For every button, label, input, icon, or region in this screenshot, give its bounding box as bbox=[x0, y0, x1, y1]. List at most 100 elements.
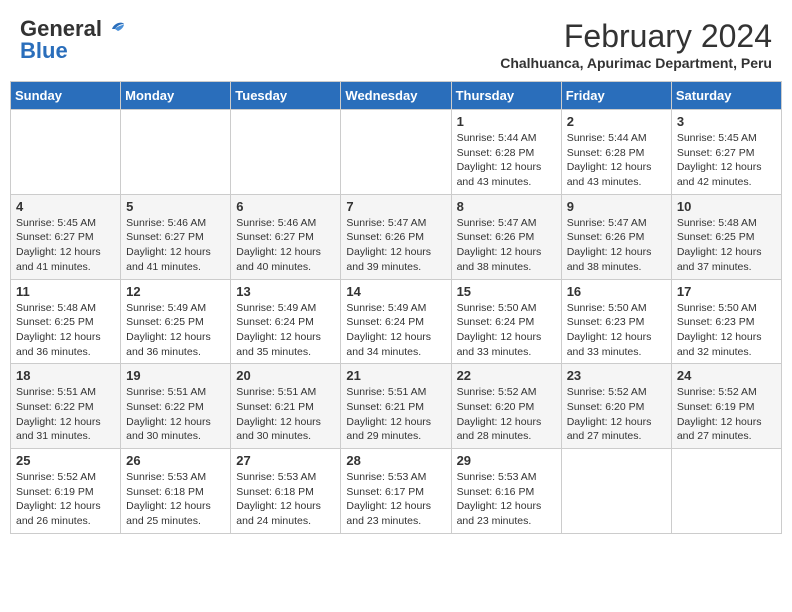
day-number: 2 bbox=[567, 114, 666, 129]
day-number: 8 bbox=[457, 199, 556, 214]
day-info: Sunrise: 5:48 AM Sunset: 6:25 PM Dayligh… bbox=[677, 216, 776, 275]
month-year-title: February 2024 bbox=[500, 18, 772, 55]
logo: General Blue bbox=[20, 18, 126, 62]
table-row: 5 Sunrise: 5:46 AM Sunset: 6:27 PM Daylig… bbox=[121, 194, 231, 279]
day-info: Sunrise: 5:52 AM Sunset: 6:19 PM Dayligh… bbox=[677, 385, 776, 444]
day-info: Sunrise: 5:50 AM Sunset: 6:23 PM Dayligh… bbox=[677, 301, 776, 360]
day-info: Sunrise: 5:45 AM Sunset: 6:27 PM Dayligh… bbox=[677, 131, 776, 190]
header-wednesday: Wednesday bbox=[341, 82, 451, 110]
title-block: February 2024 Chalhuanca, Apurimac Depar… bbox=[500, 18, 772, 71]
week-row-5: 25Sunrise: 5:52 AM Sunset: 6:19 PM Dayli… bbox=[11, 449, 782, 534]
day-number: 20 bbox=[236, 368, 335, 383]
table-row: 18 Sunrise: 5:51 AM Sunset: 6:22 PM Dayli… bbox=[11, 364, 121, 449]
table-row: 6 Sunrise: 5:46 AM Sunset: 6:27 PM Daylig… bbox=[231, 194, 341, 279]
table-row bbox=[231, 110, 341, 195]
day-info: Sunrise: 5:53 AM Sunset: 6:16 PM Dayligh… bbox=[457, 470, 556, 529]
day-number: 21 bbox=[346, 368, 445, 383]
table-row bbox=[11, 110, 121, 195]
day-number: 12 bbox=[126, 284, 225, 299]
day-number: 13 bbox=[236, 284, 335, 299]
table-row: 27Sunrise: 5:53 AM Sunset: 6:18 PM Dayli… bbox=[231, 449, 341, 534]
day-number: 6 bbox=[236, 199, 335, 214]
day-number: 15 bbox=[457, 284, 556, 299]
weekday-header-row: Sunday Monday Tuesday Wednesday Thursday… bbox=[11, 82, 782, 110]
table-row bbox=[121, 110, 231, 195]
day-number: 27 bbox=[236, 453, 335, 468]
day-number: 23 bbox=[567, 368, 666, 383]
day-info: Sunrise: 5:51 AM Sunset: 6:22 PM Dayligh… bbox=[16, 385, 115, 444]
day-info: Sunrise: 5:47 AM Sunset: 6:26 PM Dayligh… bbox=[457, 216, 556, 275]
table-row bbox=[671, 449, 781, 534]
page-header: General Blue February 2024 Chalhuanca, A… bbox=[10, 10, 782, 75]
day-number: 5 bbox=[126, 199, 225, 214]
day-number: 11 bbox=[16, 284, 115, 299]
table-row: 11 Sunrise: 5:48 AM Sunset: 6:25 PM Dayli… bbox=[11, 279, 121, 364]
logo-blue-text: Blue bbox=[20, 40, 126, 62]
table-row: 25Sunrise: 5:52 AM Sunset: 6:19 PM Dayli… bbox=[11, 449, 121, 534]
day-info: Sunrise: 5:50 AM Sunset: 6:24 PM Dayligh… bbox=[457, 301, 556, 360]
table-row bbox=[561, 449, 671, 534]
day-info: Sunrise: 5:49 AM Sunset: 6:24 PM Dayligh… bbox=[346, 301, 445, 360]
day-number: 24 bbox=[677, 368, 776, 383]
day-info: Sunrise: 5:48 AM Sunset: 6:25 PM Dayligh… bbox=[16, 301, 115, 360]
day-number: 9 bbox=[567, 199, 666, 214]
header-saturday: Saturday bbox=[671, 82, 781, 110]
table-row: 19 Sunrise: 5:51 AM Sunset: 6:22 PM Dayli… bbox=[121, 364, 231, 449]
table-row: 28Sunrise: 5:53 AM Sunset: 6:17 PM Dayli… bbox=[341, 449, 451, 534]
day-number: 14 bbox=[346, 284, 445, 299]
table-row: 13Sunrise: 5:49 AM Sunset: 6:24 PM Dayli… bbox=[231, 279, 341, 364]
table-row: 21 Sunrise: 5:51 AM Sunset: 6:21 PM Dayli… bbox=[341, 364, 451, 449]
table-row: 2 Sunrise: 5:44 AM Sunset: 6:28 PM Daylig… bbox=[561, 110, 671, 195]
day-info: Sunrise: 5:47 AM Sunset: 6:26 PM Dayligh… bbox=[567, 216, 666, 275]
day-info: Sunrise: 5:52 AM Sunset: 6:20 PM Dayligh… bbox=[457, 385, 556, 444]
day-number: 26 bbox=[126, 453, 225, 468]
table-row: 14 Sunrise: 5:49 AM Sunset: 6:24 PM Dayli… bbox=[341, 279, 451, 364]
week-row-1: 1 Sunrise: 5:44 AM Sunset: 6:28 PM Daylig… bbox=[11, 110, 782, 195]
header-sunday: Sunday bbox=[11, 82, 121, 110]
calendar-table: Sunday Monday Tuesday Wednesday Thursday… bbox=[10, 81, 782, 534]
table-row: 12Sunrise: 5:49 AM Sunset: 6:25 PM Dayli… bbox=[121, 279, 231, 364]
day-number: 1 bbox=[457, 114, 556, 129]
day-info: Sunrise: 5:44 AM Sunset: 6:28 PM Dayligh… bbox=[457, 131, 556, 190]
table-row: 23Sunrise: 5:52 AM Sunset: 6:20 PM Dayli… bbox=[561, 364, 671, 449]
day-info: Sunrise: 5:51 AM Sunset: 6:21 PM Dayligh… bbox=[236, 385, 335, 444]
header-thursday: Thursday bbox=[451, 82, 561, 110]
day-info: Sunrise: 5:50 AM Sunset: 6:23 PM Dayligh… bbox=[567, 301, 666, 360]
table-row: 20 Sunrise: 5:51 AM Sunset: 6:21 PM Dayli… bbox=[231, 364, 341, 449]
table-row: 3Sunrise: 5:45 AM Sunset: 6:27 PM Daylig… bbox=[671, 110, 781, 195]
logo-general-text: General bbox=[20, 18, 102, 40]
header-monday: Monday bbox=[121, 82, 231, 110]
table-row: 4 Sunrise: 5:45 AM Sunset: 6:27 PM Daylig… bbox=[11, 194, 121, 279]
table-row: 10Sunrise: 5:48 AM Sunset: 6:25 PM Dayli… bbox=[671, 194, 781, 279]
location-subtitle: Chalhuanca, Apurimac Department, Peru bbox=[500, 55, 772, 71]
day-number: 18 bbox=[16, 368, 115, 383]
day-number: 17 bbox=[677, 284, 776, 299]
day-info: Sunrise: 5:51 AM Sunset: 6:21 PM Dayligh… bbox=[346, 385, 445, 444]
header-friday: Friday bbox=[561, 82, 671, 110]
table-row bbox=[341, 110, 451, 195]
week-row-2: 4 Sunrise: 5:45 AM Sunset: 6:27 PM Daylig… bbox=[11, 194, 782, 279]
day-info: Sunrise: 5:46 AM Sunset: 6:27 PM Dayligh… bbox=[236, 216, 335, 275]
table-row: 22Sunrise: 5:52 AM Sunset: 6:20 PM Dayli… bbox=[451, 364, 561, 449]
table-row: 29 Sunrise: 5:53 AM Sunset: 6:16 PM Dayli… bbox=[451, 449, 561, 534]
day-info: Sunrise: 5:44 AM Sunset: 6:28 PM Dayligh… bbox=[567, 131, 666, 190]
table-row: 24 Sunrise: 5:52 AM Sunset: 6:19 PM Dayli… bbox=[671, 364, 781, 449]
day-number: 7 bbox=[346, 199, 445, 214]
table-row: 15 Sunrise: 5:50 AM Sunset: 6:24 PM Dayli… bbox=[451, 279, 561, 364]
day-info: Sunrise: 5:53 AM Sunset: 6:17 PM Dayligh… bbox=[346, 470, 445, 529]
table-row: 1 Sunrise: 5:44 AM Sunset: 6:28 PM Daylig… bbox=[451, 110, 561, 195]
day-info: Sunrise: 5:45 AM Sunset: 6:27 PM Dayligh… bbox=[16, 216, 115, 275]
day-number: 4 bbox=[16, 199, 115, 214]
day-number: 29 bbox=[457, 453, 556, 468]
header-tuesday: Tuesday bbox=[231, 82, 341, 110]
table-row: 9 Sunrise: 5:47 AM Sunset: 6:26 PM Daylig… bbox=[561, 194, 671, 279]
day-info: Sunrise: 5:53 AM Sunset: 6:18 PM Dayligh… bbox=[126, 470, 225, 529]
table-row: 16Sunrise: 5:50 AM Sunset: 6:23 PM Dayli… bbox=[561, 279, 671, 364]
week-row-4: 18 Sunrise: 5:51 AM Sunset: 6:22 PM Dayli… bbox=[11, 364, 782, 449]
day-info: Sunrise: 5:51 AM Sunset: 6:22 PM Dayligh… bbox=[126, 385, 225, 444]
day-info: Sunrise: 5:46 AM Sunset: 6:27 PM Dayligh… bbox=[126, 216, 225, 275]
table-row: 8 Sunrise: 5:47 AM Sunset: 6:26 PM Daylig… bbox=[451, 194, 561, 279]
day-number: 19 bbox=[126, 368, 225, 383]
logo-bird-icon bbox=[104, 19, 126, 39]
day-info: Sunrise: 5:52 AM Sunset: 6:19 PM Dayligh… bbox=[16, 470, 115, 529]
